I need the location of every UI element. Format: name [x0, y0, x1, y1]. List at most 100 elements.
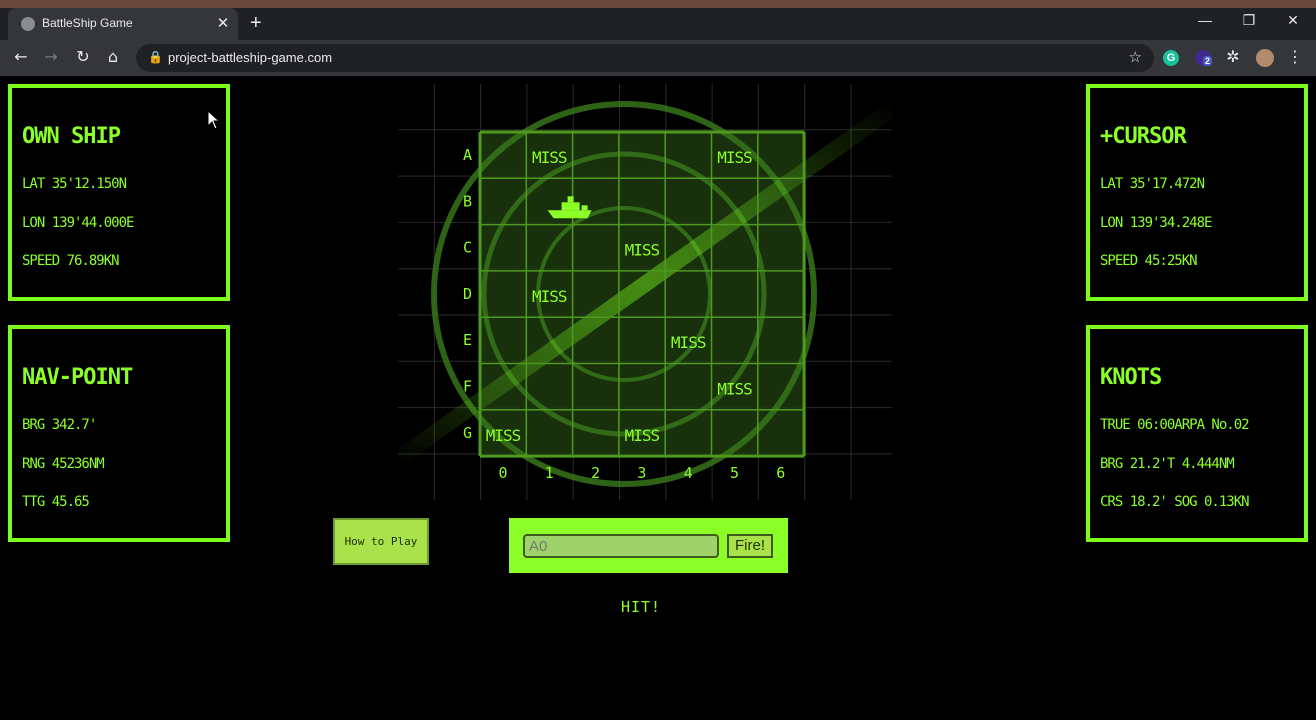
- own-ship-lon: LON 139'44.000E: [22, 215, 134, 231]
- home-icon[interactable]: ⌂: [102, 47, 124, 66]
- board-cells[interactable]: MISS MISS MISS MISS MISS MISS MISS MISS: [480, 132, 804, 456]
- tab-battleship[interactable]: BattleShip Game ✕: [8, 8, 238, 40]
- extension-badge-count: 2: [1203, 56, 1213, 66]
- board-cell[interactable]: [480, 317, 526, 363]
- panel-title: OWN SHIP: [22, 124, 121, 149]
- forward-icon[interactable]: →: [40, 47, 62, 66]
- knots-brg: BRG 21.2'T 4.444NM: [1100, 456, 1235, 472]
- board-cell[interactable]: [480, 271, 526, 317]
- puzzle-icon[interactable]: ✲: [1222, 47, 1244, 66]
- board-cell[interactable]: [758, 225, 804, 271]
- coordinate-input[interactable]: [523, 534, 719, 558]
- board-cell[interactable]: [573, 132, 619, 178]
- own-ship-speed: SPEED 76.89KN: [22, 253, 120, 269]
- board-cell[interactable]: [758, 178, 804, 224]
- board-cell[interactable]: [619, 178, 665, 224]
- row-label: F: [463, 378, 472, 396]
- board-cell[interactable]: [619, 132, 665, 178]
- col-label: 6: [776, 464, 785, 482]
- board-cell[interactable]: [573, 364, 619, 410]
- board-cell[interactable]: [758, 132, 804, 178]
- window-top-strip: [0, 0, 1316, 8]
- board-cell[interactable]: [665, 225, 711, 271]
- board-cell[interactable]: [712, 178, 758, 224]
- board-cell[interactable]: [573, 271, 619, 317]
- board-cell[interactable]: [758, 271, 804, 317]
- board-cell[interactable]: [758, 410, 804, 456]
- board-cell[interactable]: [573, 225, 619, 271]
- board-cell[interactable]: [526, 225, 572, 271]
- how-to-play-button[interactable]: How to Play: [333, 518, 429, 565]
- board-cell[interactable]: [665, 364, 711, 410]
- tab-title: BattleShip Game: [42, 16, 133, 30]
- reload-icon[interactable]: ↻: [72, 47, 94, 66]
- close-icon[interactable]: ✕: [214, 14, 232, 32]
- row-label: A: [463, 146, 472, 164]
- url-text[interactable]: project-battleship-game.com: [168, 50, 332, 65]
- knots-crs: CRS 18.2' SOG 0.13KN: [1100, 494, 1250, 510]
- row-label: D: [463, 285, 472, 303]
- window-close-icon[interactable]: ✕: [1281, 12, 1305, 29]
- board-cell[interactable]: [712, 271, 758, 317]
- col-label: 4: [684, 464, 693, 482]
- board-cell[interactable]: [480, 132, 526, 178]
- nav-point-rng: RNG 45236NM: [22, 456, 105, 472]
- panel-title: +CURSOR: [1100, 124, 1187, 149]
- fire-form: Fire!: [509, 518, 788, 573]
- board-cell[interactable]: [619, 317, 665, 363]
- board-cell[interactable]: [573, 317, 619, 363]
- board-cell[interactable]: [665, 271, 711, 317]
- board-cell[interactable]: [758, 317, 804, 363]
- board-cell[interactable]: [480, 364, 526, 410]
- cursor-lon: LON 139'34.248E: [1100, 215, 1212, 231]
- grammarly-icon[interactable]: G: [1163, 50, 1179, 66]
- panel-title: NAV-POINT: [22, 365, 133, 390]
- new-tab-icon[interactable]: +: [250, 12, 262, 35]
- miss-marker: MISS: [717, 148, 752, 167]
- board-cell[interactable]: [480, 178, 526, 224]
- miss-marker: MISS: [625, 426, 660, 445]
- back-icon[interactable]: ←: [10, 47, 32, 66]
- cursor-speed: SPEED 45:25KN: [1100, 253, 1198, 269]
- bookmark-star-icon[interactable]: ☆: [1129, 48, 1142, 66]
- board-cell[interactable]: [712, 410, 758, 456]
- cursor-panel: +CURSOR LAT 35'17.472N LON 139'34.248E S…: [1086, 84, 1308, 301]
- miss-marker: MISS: [625, 241, 660, 260]
- miss-marker: MISS: [532, 287, 567, 306]
- lock-icon[interactable]: 🔒: [148, 50, 163, 64]
- minimize-icon[interactable]: —: [1193, 12, 1217, 28]
- mouse-pointer-icon: [207, 110, 221, 130]
- avatar[interactable]: [1256, 49, 1274, 67]
- board-cell[interactable]: [480, 225, 526, 271]
- board-cell[interactable]: [573, 410, 619, 456]
- miss-marker: MISS: [671, 333, 706, 352]
- knots-panel: KNOTS TRUE 06:00ARPA No.02 BRG 21.2'T 4.…: [1086, 325, 1308, 542]
- col-label: 1: [545, 464, 554, 482]
- nav-point-ttg: TTG 45.65: [22, 494, 90, 510]
- board-cell[interactable]: [526, 410, 572, 456]
- board-cell[interactable]: [619, 364, 665, 410]
- board-cell[interactable]: [526, 317, 572, 363]
- restore-icon[interactable]: ❐: [1237, 12, 1261, 29]
- board-cell[interactable]: [758, 364, 804, 410]
- board-cell[interactable]: [665, 132, 711, 178]
- row-label: B: [463, 192, 472, 210]
- board-cell[interactable]: [665, 178, 711, 224]
- board-cell[interactable]: [712, 225, 758, 271]
- radar-board: ABCDEFG 0123456 MISS MISSMISSMISSMISSMISS…: [398, 84, 892, 500]
- col-label: 3: [637, 464, 646, 482]
- col-label: 2: [591, 464, 600, 482]
- board-cell[interactable]: [712, 317, 758, 363]
- extension-badge-icon[interactable]: 2: [1195, 50, 1213, 66]
- board-cell[interactable]: [619, 271, 665, 317]
- board-cell[interactable]: [526, 364, 572, 410]
- browser-toolbar: ← → ↻ ⌂ 🔒 project-battleship-game.com ☆ …: [0, 40, 1316, 76]
- board-cell[interactable]: [665, 410, 711, 456]
- menu-icon[interactable]: ⋮: [1284, 47, 1306, 66]
- own-ship-panel: OWN SHIP LAT 35'12.150N LON 139'44.000E …: [8, 84, 230, 301]
- fire-button[interactable]: Fire!: [727, 534, 773, 558]
- miss-marker: MISS: [717, 380, 752, 399]
- address-bar[interactable]: 🔒 project-battleship-game.com ☆: [136, 44, 1154, 72]
- nav-point-panel: NAV-POINT BRG 342.7' RNG 45236NM TTG 45.…: [8, 325, 230, 542]
- globe-icon: [21, 17, 35, 31]
